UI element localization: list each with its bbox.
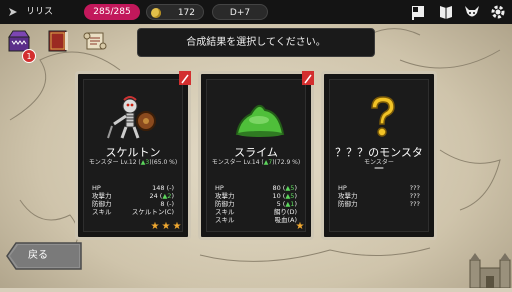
card-subtitle: モンスター <box>364 159 394 166</box>
stat-row: 攻撃力 10 (▲5) <box>215 192 297 200</box>
gold-display: 172 <box>146 4 204 20</box>
stat-row: 攻撃力??? <box>338 192 420 200</box>
spellbook-icon[interactable] <box>45 28 71 54</box>
card-stats: HP 148 (-) 攻撃力 24 (▲2) 防御力 8 (-) スキル スケルトン(C… <box>92 184 174 216</box>
card-subtitle: モンスター Lv.12 (▲3)(65.0 %) <box>88 159 178 166</box>
rarity-stars: ★ <box>295 222 305 232</box>
rarity-stars: ★ ★ ★ <box>150 222 182 232</box>
result-card-unknown[interactable]: ？？？のモンスター モンスター HP??? 攻撃力??? 防御力??? <box>321 71 437 240</box>
question-mark-icon <box>352 94 414 140</box>
stat-row: 攻撃力 24 (▲2) <box>92 192 174 200</box>
settings-icon[interactable] <box>490 4 506 20</box>
result-card-skeleton[interactable]: スケルトン モンスター Lv.12 (▲3)(65.0 %) HP 148 (-)… <box>75 71 191 240</box>
stat-row: スキル 餌り(D) <box>215 208 297 216</box>
star-icon: ★ <box>172 221 182 232</box>
stat-row: HP??? <box>338 184 420 192</box>
slime-portrait <box>229 94 291 140</box>
notification-badge: 1 <box>22 49 36 63</box>
scroll-icon[interactable] <box>82 28 108 54</box>
skeleton-portrait <box>106 94 168 140</box>
instruction-banner: 合成結果を選択してください。 <box>137 28 375 57</box>
star-icon: ★ <box>295 221 305 232</box>
coin-icon <box>151 8 161 18</box>
bookmark-flag-icon <box>302 71 314 85</box>
result-card-slime[interactable]: スライム モンスター Lv.14 (▲7)(72.9 %) HP 80 (▲5) … <box>198 71 314 240</box>
flag-icon[interactable] <box>410 4 426 20</box>
star-icon: ★ <box>150 221 160 232</box>
star-icon: ★ <box>161 221 171 232</box>
stat-row: 防御力 8 (-) <box>92 200 174 208</box>
back-button-label: 戻る <box>28 250 48 261</box>
player-name: リリス <box>26 7 54 17</box>
hp-display: 285/285 <box>84 4 140 20</box>
day-counter: D+7 <box>212 4 268 20</box>
stat-row: スキル スケルトン(C) <box>92 208 174 216</box>
stat-row: HP 148 (-) <box>92 184 174 192</box>
stat-row: 防御力??? <box>338 200 420 208</box>
bookmark-flag-icon <box>179 71 191 85</box>
card-stats: HP 80 (▲5) 攻撃力 10 (▲5) 防御力 5 (▲1) スキル 餌り(D) … <box>215 184 297 224</box>
gold-value: 172 <box>177 8 195 18</box>
menu-arrow-icon[interactable] <box>8 0 18 24</box>
back-button[interactable]: 戻る <box>6 242 82 270</box>
top-bar: リリス 285/285 172 D+7 <box>0 0 512 24</box>
book-icon[interactable] <box>438 4 454 20</box>
demon-icon[interactable] <box>464 4 480 20</box>
card-subtitle: モンスター Lv.14 (▲7)(72.9 %) <box>211 159 301 166</box>
stat-row: HP 80 (▲5) <box>215 184 297 192</box>
castle-icon <box>468 252 512 289</box>
stat-row: 防御力 5 (▲1) <box>215 200 297 208</box>
card-stats: HP??? 攻撃力??? 防御力??? <box>338 184 420 208</box>
stat-row: スキル 吸血(A) <box>215 216 297 224</box>
